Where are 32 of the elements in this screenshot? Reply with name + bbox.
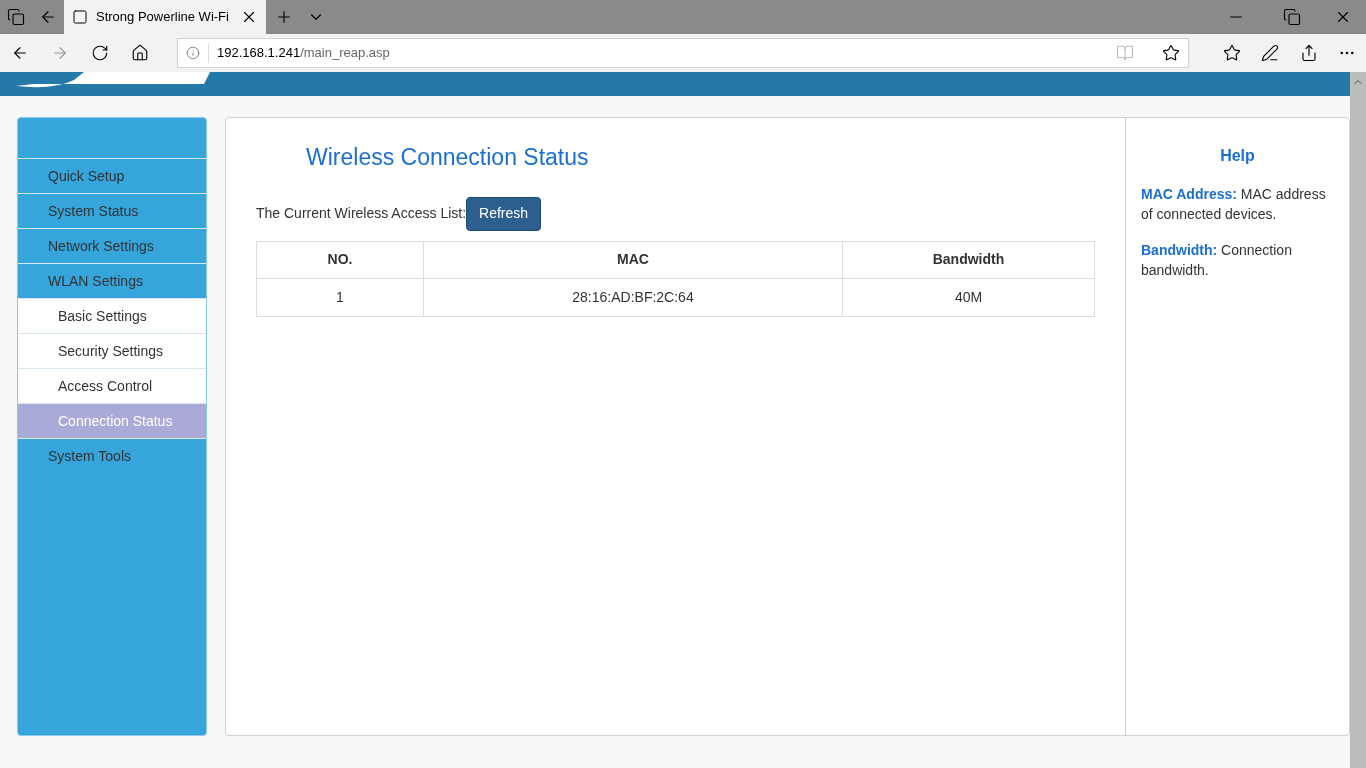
browser-tab[interactable]: Strong Powerline Wi-Fi [64, 0, 266, 34]
column-header: MAC [423, 241, 843, 278]
help-text: Bandwidth: Connection bandwidth. [1141, 241, 1293, 280]
column-header: Bandwidth [842, 241, 1095, 278]
table-cell: 40M [842, 278, 1095, 316]
column-header: NO. [256, 241, 424, 278]
table-cell: 28:16:AD:BF:2C:64 [423, 278, 843, 316]
info-icon [186, 46, 200, 60]
sidebar-item[interactable]: Access Control [18, 368, 206, 403]
scrollbar[interactable] [1350, 72, 1366, 768]
share-icon[interactable] [1299, 44, 1318, 62]
page-icon [72, 9, 88, 25]
list-label: The Current Wireless Access List: [256, 204, 467, 223]
address-bar[interactable]: 192.168.1.241/main_reap.asp [177, 38, 1189, 68]
pen-icon[interactable] [1261, 44, 1280, 62]
new-tab-icon[interactable] [275, 8, 293, 26]
table-cell: 1 [256, 278, 424, 316]
tabs-icon[interactable] [7, 8, 25, 26]
back-icon[interactable] [11, 44, 29, 62]
home-icon[interactable] [131, 44, 149, 62]
restore-icon[interactable] [1283, 8, 1301, 26]
sidebar-item[interactable]: Security Settings [18, 333, 206, 368]
refresh-button[interactable]: Refresh [466, 196, 542, 231]
help-title: Help [1219, 146, 1256, 166]
url-text: 192.168.1.241/main_reap.asp [208, 43, 1108, 63]
help-text: MAC Address: MAC address of connected devices. [1141, 185, 1327, 224]
tab-title: Strong Powerline Wi-Fi [96, 8, 230, 27]
star-icon[interactable] [1162, 44, 1180, 62]
favorites-icon[interactable] [1223, 44, 1242, 62]
sidebar-item[interactable]: Basic Settings [18, 298, 206, 333]
refresh-icon[interactable] [91, 44, 109, 62]
page-title: Wireless Connection Status [305, 143, 590, 172]
